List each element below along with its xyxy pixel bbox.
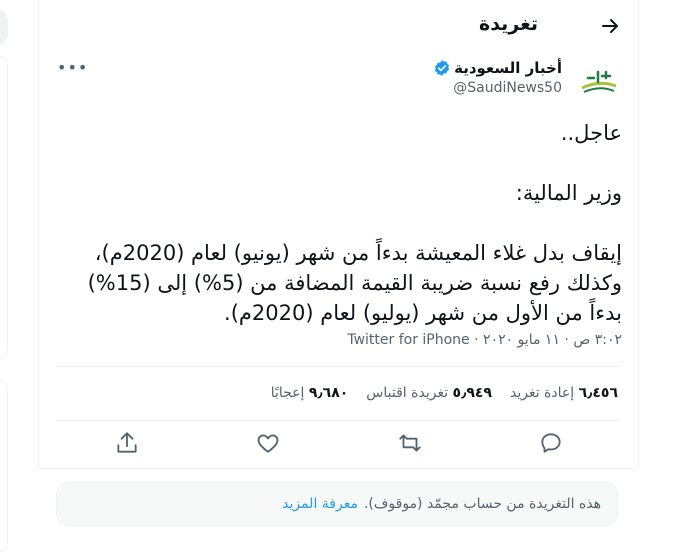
author-name[interactable]: أخبار السعودية [433,59,562,77]
learn-more-link[interactable]: معرفة المزيد [282,496,358,512]
logo-icon [576,58,622,104]
retweets-stat[interactable]: ٦٫٤٥٦ إعادة تغريد [510,385,618,401]
back-arrow-icon[interactable] [598,14,622,38]
divider [56,366,621,367]
tweet-text: عاجل.. وزير المالية: إيقاف بدل غلاء المع… [87,121,622,325]
tweet-column: تغريدة أخبار السعودية @SaudiNews50 ••• ع… [38,0,639,469]
author-name-text: أخبار السعودية [454,59,562,77]
suspended-account-notice: هذه التغريدة من حساب مجمّد (موقوف). معرف… [56,482,618,526]
likes-stat[interactable]: ٩٫٦٨٠ إعجابًا [271,385,349,401]
notice-text: هذه التغريدة من حساب مجمّد (موقوف). [363,496,601,512]
verified-badge-icon [435,60,450,76]
likes-label: إعجابًا [270,385,305,401]
more-options-icon[interactable]: ••• [57,58,88,77]
reply-icon[interactable] [538,430,564,456]
likes-count: ٩٫٦٨٠ [308,385,349,401]
left-card-edge-2 [0,380,8,552]
quotes-stat[interactable]: ٥٫٩٤٩ تغريدة اقتباس [366,385,492,401]
quotes-label: تغريدة اقتباس [366,385,449,401]
avatar[interactable] [576,58,622,104]
tweet-stats: ٦٫٤٥٦ إعادة تغريد ٥٫٩٤٩ تغريدة اقتباس ٩٫… [271,385,618,401]
author-handle[interactable]: @SaudiNews50 [453,80,562,96]
quotes-count: ٥٫٩٤٩ [452,385,492,401]
like-icon[interactable] [255,430,281,456]
left-search-edge[interactable] [0,8,8,46]
tweet-meta: ٣:٠٢ ص · ١١ مايو ٢٠٢٠ · Twitter for iPho… [347,332,622,348]
left-card-edge [0,56,8,358]
retweet-icon[interactable] [397,430,423,456]
retweets-count: ٦٫٤٥٦ [578,385,618,401]
tweet-time[interactable]: ٣:٠٢ ص [573,332,622,348]
divider-2 [56,420,621,421]
retweets-label: إعادة تغريد [509,385,575,401]
share-icon[interactable] [114,430,140,456]
tweet-date[interactable]: ١١ مايو ٢٠٢٠ [483,332,560,348]
tweet-source: Twitter for iPhone [347,332,470,348]
page-title: تغريدة [478,13,538,35]
tweet-actions [39,430,638,460]
left-sidebar-edge [0,0,40,552]
